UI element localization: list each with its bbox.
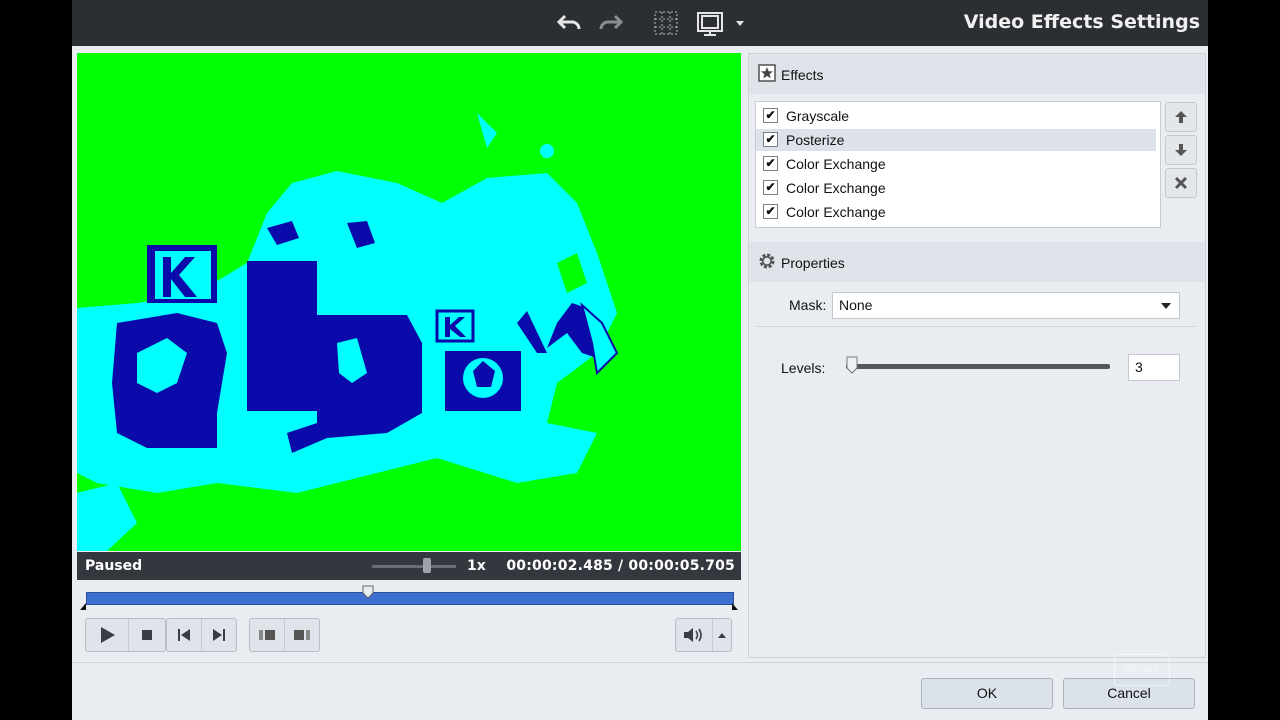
grid-icon[interactable] bbox=[652, 10, 680, 36]
effect-checkbox[interactable]: ✔ bbox=[763, 180, 778, 195]
timeline-end-marker bbox=[732, 603, 738, 610]
move-down-button[interactable] bbox=[1165, 135, 1197, 165]
next-frame-icon[interactable] bbox=[202, 619, 236, 651]
divider bbox=[755, 326, 1197, 327]
redo-icon[interactable] bbox=[596, 10, 624, 36]
remove-effect-button[interactable] bbox=[1165, 168, 1197, 198]
levels-label: Levels: bbox=[781, 360, 826, 376]
effects-list: ✔ Grayscale ✔ Posterize ✔ Color Exchange… bbox=[755, 101, 1161, 228]
effect-item-color-exchange-1[interactable]: ✔ Color Exchange bbox=[756, 153, 1156, 175]
speed-slider-track[interactable] bbox=[372, 565, 456, 568]
effect-checkbox[interactable]: ✔ bbox=[763, 108, 778, 123]
gear-icon bbox=[758, 252, 776, 270]
effects-header: Effects bbox=[749, 54, 1205, 94]
effect-checkbox[interactable]: ✔ bbox=[763, 132, 778, 147]
frame-nav-controls bbox=[166, 618, 237, 652]
effect-item-grayscale[interactable]: ✔ Grayscale bbox=[756, 105, 1156, 127]
effect-label: Color Exchange bbox=[786, 204, 886, 220]
mask-select[interactable]: None bbox=[832, 292, 1180, 319]
levels-slider-knob[interactable] bbox=[846, 356, 858, 374]
effects-header-label: Effects bbox=[781, 67, 824, 83]
playback-controls bbox=[85, 618, 166, 652]
effect-label: Color Exchange bbox=[786, 180, 886, 196]
effect-item-posterize[interactable]: ✔ Posterize bbox=[756, 129, 1156, 151]
effect-checkbox[interactable]: ✔ bbox=[763, 204, 778, 219]
mask-label: Mask: bbox=[789, 297, 827, 313]
vegas-watermark: VEGAS bbox=[1114, 654, 1170, 686]
stop-icon[interactable] bbox=[129, 619, 165, 651]
timeline-track[interactable] bbox=[86, 592, 734, 605]
volume-controls bbox=[675, 618, 732, 652]
mark-in-icon[interactable] bbox=[250, 619, 285, 651]
ok-button[interactable]: OK bbox=[921, 678, 1053, 709]
effect-item-color-exchange-2[interactable]: ✔ Color Exchange bbox=[756, 177, 1156, 199]
effect-checkbox[interactable]: ✔ bbox=[763, 156, 778, 171]
speaker-icon[interactable] bbox=[676, 619, 713, 651]
settings-panel: Effects ✔ Grayscale ✔ Posterize ✔ Color … bbox=[748, 53, 1206, 658]
video-effects-window: Video Effects Settings Paused 1x 00:00:0… bbox=[72, 0, 1208, 720]
chevron-down-icon bbox=[1161, 303, 1171, 309]
move-up-button[interactable] bbox=[1165, 102, 1197, 132]
timeline-start-marker bbox=[80, 603, 86, 610]
previous-frame-icon[interactable] bbox=[167, 619, 202, 651]
video-preview bbox=[77, 53, 741, 551]
monitor-icon[interactable] bbox=[696, 10, 724, 36]
speed-label: 1x bbox=[467, 558, 486, 574]
window-title: Video Effects Settings bbox=[963, 11, 1200, 33]
chevron-down-icon[interactable] bbox=[728, 10, 752, 36]
title-bar: Video Effects Settings bbox=[72, 0, 1208, 46]
properties-header-label: Properties bbox=[781, 255, 845, 271]
properties-header: Properties bbox=[749, 242, 1205, 282]
mask-select-value: None bbox=[839, 297, 873, 313]
levels-value: 3 bbox=[1135, 359, 1143, 375]
footer-divider bbox=[72, 662, 1208, 663]
effect-label: Color Exchange bbox=[786, 156, 886, 172]
playback-status-bar: Paused 1x 00:00:02.485 / 00:00:05.705 bbox=[77, 552, 741, 580]
playhead-handle[interactable] bbox=[362, 585, 374, 599]
effect-label: Grayscale bbox=[786, 108, 850, 124]
time-readout: 00:00:02.485 / 00:00:05.705 bbox=[506, 558, 735, 574]
levels-slider-track[interactable] bbox=[846, 364, 1110, 369]
effects-star-icon bbox=[758, 64, 776, 82]
effect-label: Posterize bbox=[786, 132, 845, 148]
mark-out-icon[interactable] bbox=[285, 619, 319, 651]
playback-status: Paused bbox=[85, 558, 143, 574]
levels-input[interactable]: 3 bbox=[1128, 354, 1180, 381]
play-icon[interactable] bbox=[86, 619, 129, 651]
speed-slider-knob[interactable] bbox=[423, 558, 431, 573]
in-out-controls bbox=[249, 618, 320, 652]
undo-icon[interactable] bbox=[556, 10, 584, 36]
volume-chevron-up-icon[interactable] bbox=[713, 619, 731, 651]
effect-item-color-exchange-3[interactable]: ✔ Color Exchange bbox=[756, 201, 1156, 223]
